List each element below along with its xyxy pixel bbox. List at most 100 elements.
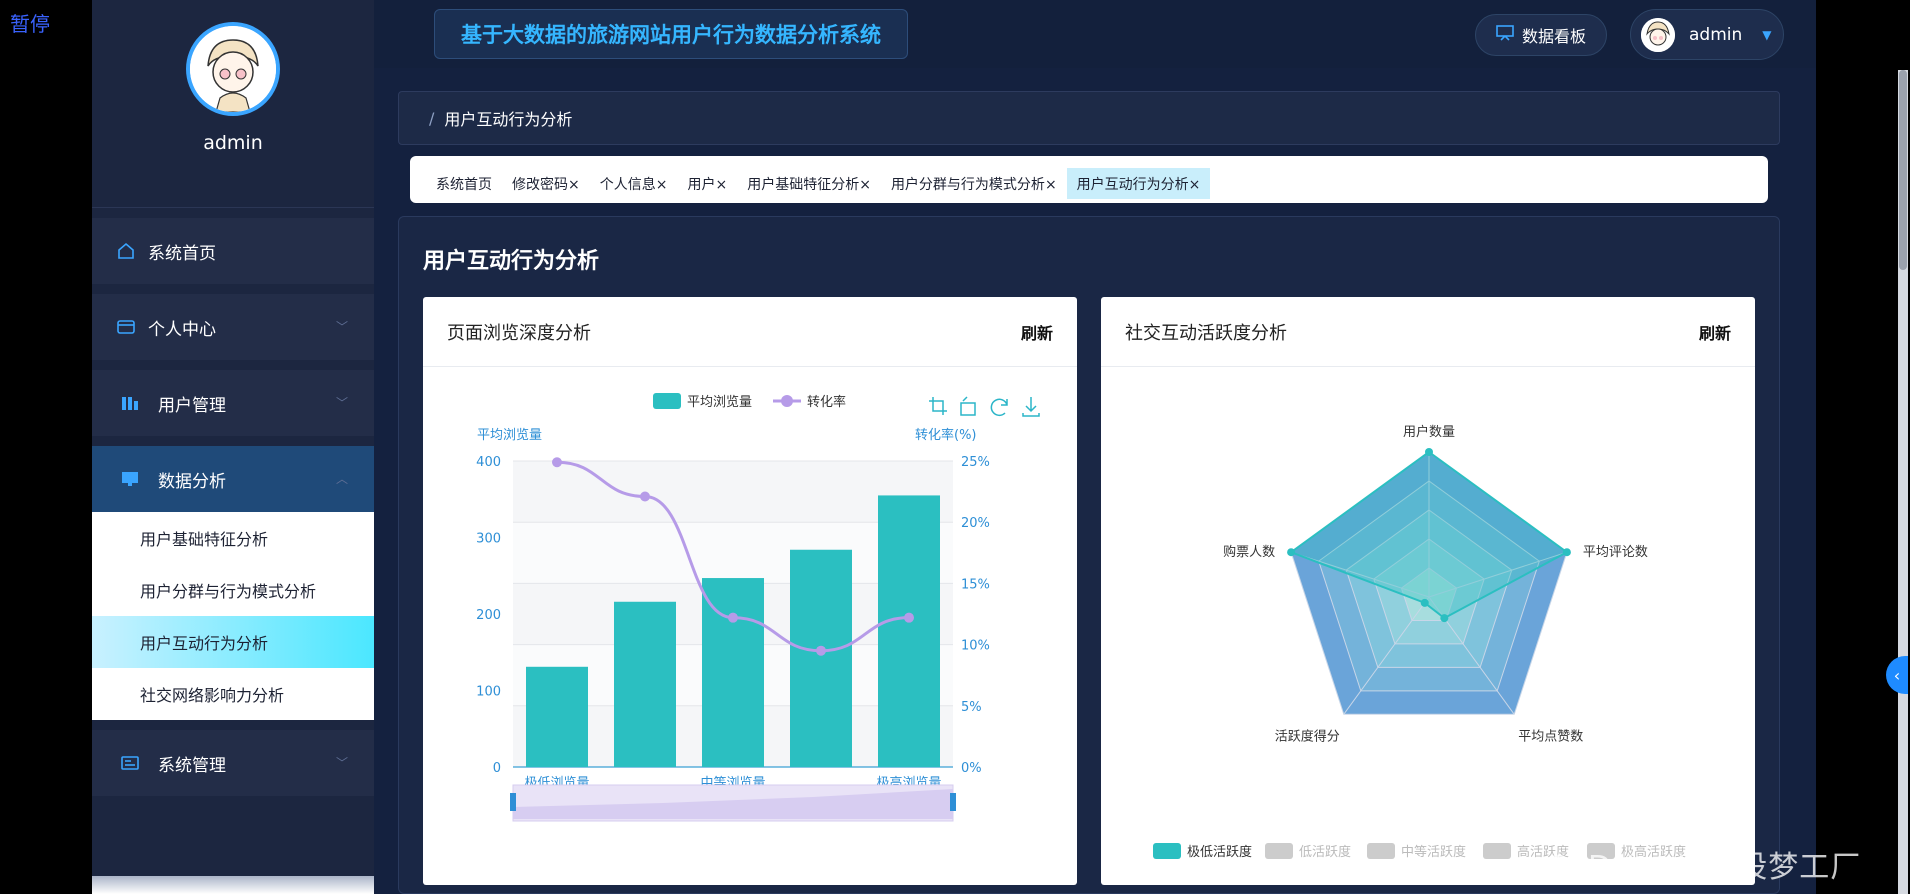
- top-header: 基于大数据的旅游网站用户行为数据分析系统 数据看板 admin ▼: [374, 0, 1816, 68]
- close-icon[interactable]: ×: [1045, 177, 1057, 193]
- sidebar-item-label: 用户管理: [158, 395, 226, 416]
- bar-mark: [790, 549, 852, 767]
- dashboard-label: 数据看板: [1521, 27, 1586, 46]
- user-menu[interactable]: admin ▼: [1630, 9, 1784, 60]
- line-point: [640, 491, 650, 502]
- y-tick-label: 100: [476, 685, 501, 700]
- radar-point: [1425, 448, 1433, 456]
- legend-swatch: [1367, 843, 1395, 859]
- page-title: 用户互动行为分析: [423, 249, 600, 274]
- refresh-button[interactable]: 刷新: [1021, 320, 1053, 344]
- zoom-icon: [929, 397, 947, 415]
- monitor-icon: [120, 469, 140, 489]
- scrollbar[interactable]: [1898, 70, 1908, 894]
- sidebar-item-home[interactable]: 系统首页: [92, 218, 374, 284]
- profile: admin: [92, 22, 374, 208]
- legend-label: 平均浏览量: [687, 394, 752, 410]
- legend-swatch: [1265, 843, 1293, 859]
- sidebar-username: admin: [203, 132, 263, 154]
- close-icon[interactable]: ×: [656, 177, 668, 193]
- y-tick-label: 200: [476, 608, 501, 623]
- y2-tick-label: 0%: [961, 761, 982, 776]
- sidebar-item-personal[interactable]: 个人中心 ﹀: [92, 294, 374, 360]
- submenu-item-basic-features[interactable]: 用户基础特征分析: [92, 512, 374, 564]
- presentation-icon: [1496, 25, 1514, 45]
- screen: 暂停 admin 系统首页 个人中心 ﹀ 用户管理 ﹀ 数据分析 ︿ 用户基础特…: [0, 0, 1910, 894]
- settings-icon: [120, 753, 140, 773]
- breadcrumb-current: 用户互动行为分析: [444, 110, 573, 129]
- sidebar-item-users[interactable]: 用户管理 ﹀: [92, 370, 374, 436]
- restore-icon: [990, 398, 1008, 417]
- radar-point: [1440, 614, 1449, 623]
- collapse-panel-button[interactable]: ‹: [1886, 656, 1908, 694]
- y2-tick-label: 15%: [961, 577, 990, 592]
- tab-change-password[interactable]: 修改密码×: [502, 168, 590, 199]
- legend-swatch: [653, 393, 681, 409]
- submenu-item-clustering[interactable]: 用户分群与行为模式分析: [92, 564, 374, 616]
- card-title: 页面浏览深度分析: [447, 322, 591, 344]
- legend-swatch: [1153, 843, 1181, 859]
- radar-indicator-label: 购票人数: [1223, 544, 1275, 560]
- sidebar-item-label: 个人中心: [148, 319, 216, 340]
- bar-mark: [526, 666, 588, 767]
- app-window: admin 系统首页 个人中心 ﹀ 用户管理 ﹀ 数据分析 ︿ 用户基础特征分析…: [92, 0, 1908, 894]
- y-tick-label: 0: [493, 761, 501, 776]
- pause-label[interactable]: 暂停: [10, 8, 50, 37]
- legend-label: 中等活跃度: [1401, 844, 1466, 860]
- legend-label: 转化率: [807, 394, 846, 410]
- chevron-up-icon: ︿: [335, 472, 348, 486]
- radar-indicator-label: 用户数量: [1403, 424, 1455, 440]
- chevron-down-icon: ﹀: [335, 320, 348, 334]
- card-icon: [116, 317, 136, 337]
- chart-toolbox: [929, 396, 1040, 417]
- line-point: [904, 612, 914, 623]
- line-point: [728, 612, 738, 623]
- avatar-small: [1641, 17, 1675, 52]
- tab-user[interactable]: 用户×: [677, 168, 737, 199]
- refresh-button[interactable]: 刷新: [1699, 320, 1731, 344]
- sidebar-item-label: 系统首页: [148, 243, 216, 264]
- datazoom-handle-left: [510, 793, 516, 811]
- breadcrumb: / 用户互动行为分析: [398, 91, 1780, 145]
- submenu-analysis: 用户基础特征分析 用户分群与行为模式分析 用户互动行为分析 社交网络影响力分析: [92, 512, 374, 720]
- page-depth-chart: 01002003004000%5%10%15%20%25%平均浏览量 转化率(%)…: [476, 393, 1040, 822]
- y2-axis-label: 转化率(%): [915, 427, 977, 443]
- tab-clustering[interactable]: 用户分群与行为模式分析×: [881, 168, 1067, 199]
- avatar[interactable]: [186, 22, 280, 116]
- sidebar-footer: [92, 876, 374, 894]
- tab-home[interactable]: 系统首页: [426, 168, 502, 199]
- close-icon[interactable]: ×: [859, 177, 871, 193]
- scrollbar-thumb[interactable]: [1899, 70, 1907, 270]
- y-axis-label: 平均浏览量: [477, 427, 542, 443]
- card-header: 页面浏览深度分析 刷新: [423, 297, 1077, 367]
- close-icon[interactable]: ×: [715, 177, 727, 193]
- sidebar-item-label: 数据分析: [158, 471, 226, 492]
- sidebar-item-system[interactable]: 系统管理 ﹀: [92, 730, 374, 796]
- close-icon[interactable]: ×: [1189, 177, 1201, 193]
- radar-indicator-label: 平均点赞数: [1518, 729, 1583, 744]
- tab-interaction[interactable]: 用户互动行为分析×: [1066, 168, 1211, 199]
- tab-personal-info[interactable]: 个人信息×: [590, 168, 678, 199]
- bars-icon: [120, 393, 140, 413]
- tab-basic-features[interactable]: 用户基础特征分析×: [737, 168, 881, 199]
- chevron-down-icon: ﹀: [335, 756, 348, 770]
- datazoom-handle-right: [950, 793, 956, 811]
- content-panel: 用户互动行为分析 页面浏览深度分析 刷新 0 100 200 300 400 0% 5% 10…: [398, 216, 1780, 894]
- dashboard-button[interactable]: 数据看板: [1475, 14, 1607, 56]
- y2-tick-label: 5%: [961, 700, 982, 715]
- sidebar-item-analysis[interactable]: 数据分析 ︿: [92, 446, 374, 512]
- radar-indicator-label: 平均评论数: [1583, 545, 1648, 560]
- app-title: 基于大数据的旅游网站用户行为数据分析系统: [434, 9, 908, 59]
- submenu-item-social-influence[interactable]: 社交网络影响力分析: [92, 668, 374, 720]
- card-title: 社交互动活跃度分析: [1125, 322, 1287, 344]
- radar-point: [1287, 548, 1296, 557]
- submenu-item-interaction[interactable]: 用户互动行为分析: [92, 616, 374, 668]
- y2-tick-label: 25%: [961, 455, 990, 470]
- close-icon[interactable]: ×: [568, 177, 580, 193]
- y2-tick-label: 10%: [961, 639, 990, 654]
- breadcrumb-separator: /: [429, 108, 435, 128]
- sidebar: admin 系统首页 个人中心 ﹀ 用户管理 ﹀ 数据分析 ︿ 用户基础特征分析…: [92, 0, 374, 894]
- legend-swatch: [781, 395, 793, 407]
- legend-label: 极低活跃度: [1187, 844, 1252, 860]
- social-activity-radar: 用户数量平均评论数平均点赞数活跃度得分购票人数极低活跃度 低活跃度 中等活跃度 高活跃…: [1153, 424, 1686, 860]
